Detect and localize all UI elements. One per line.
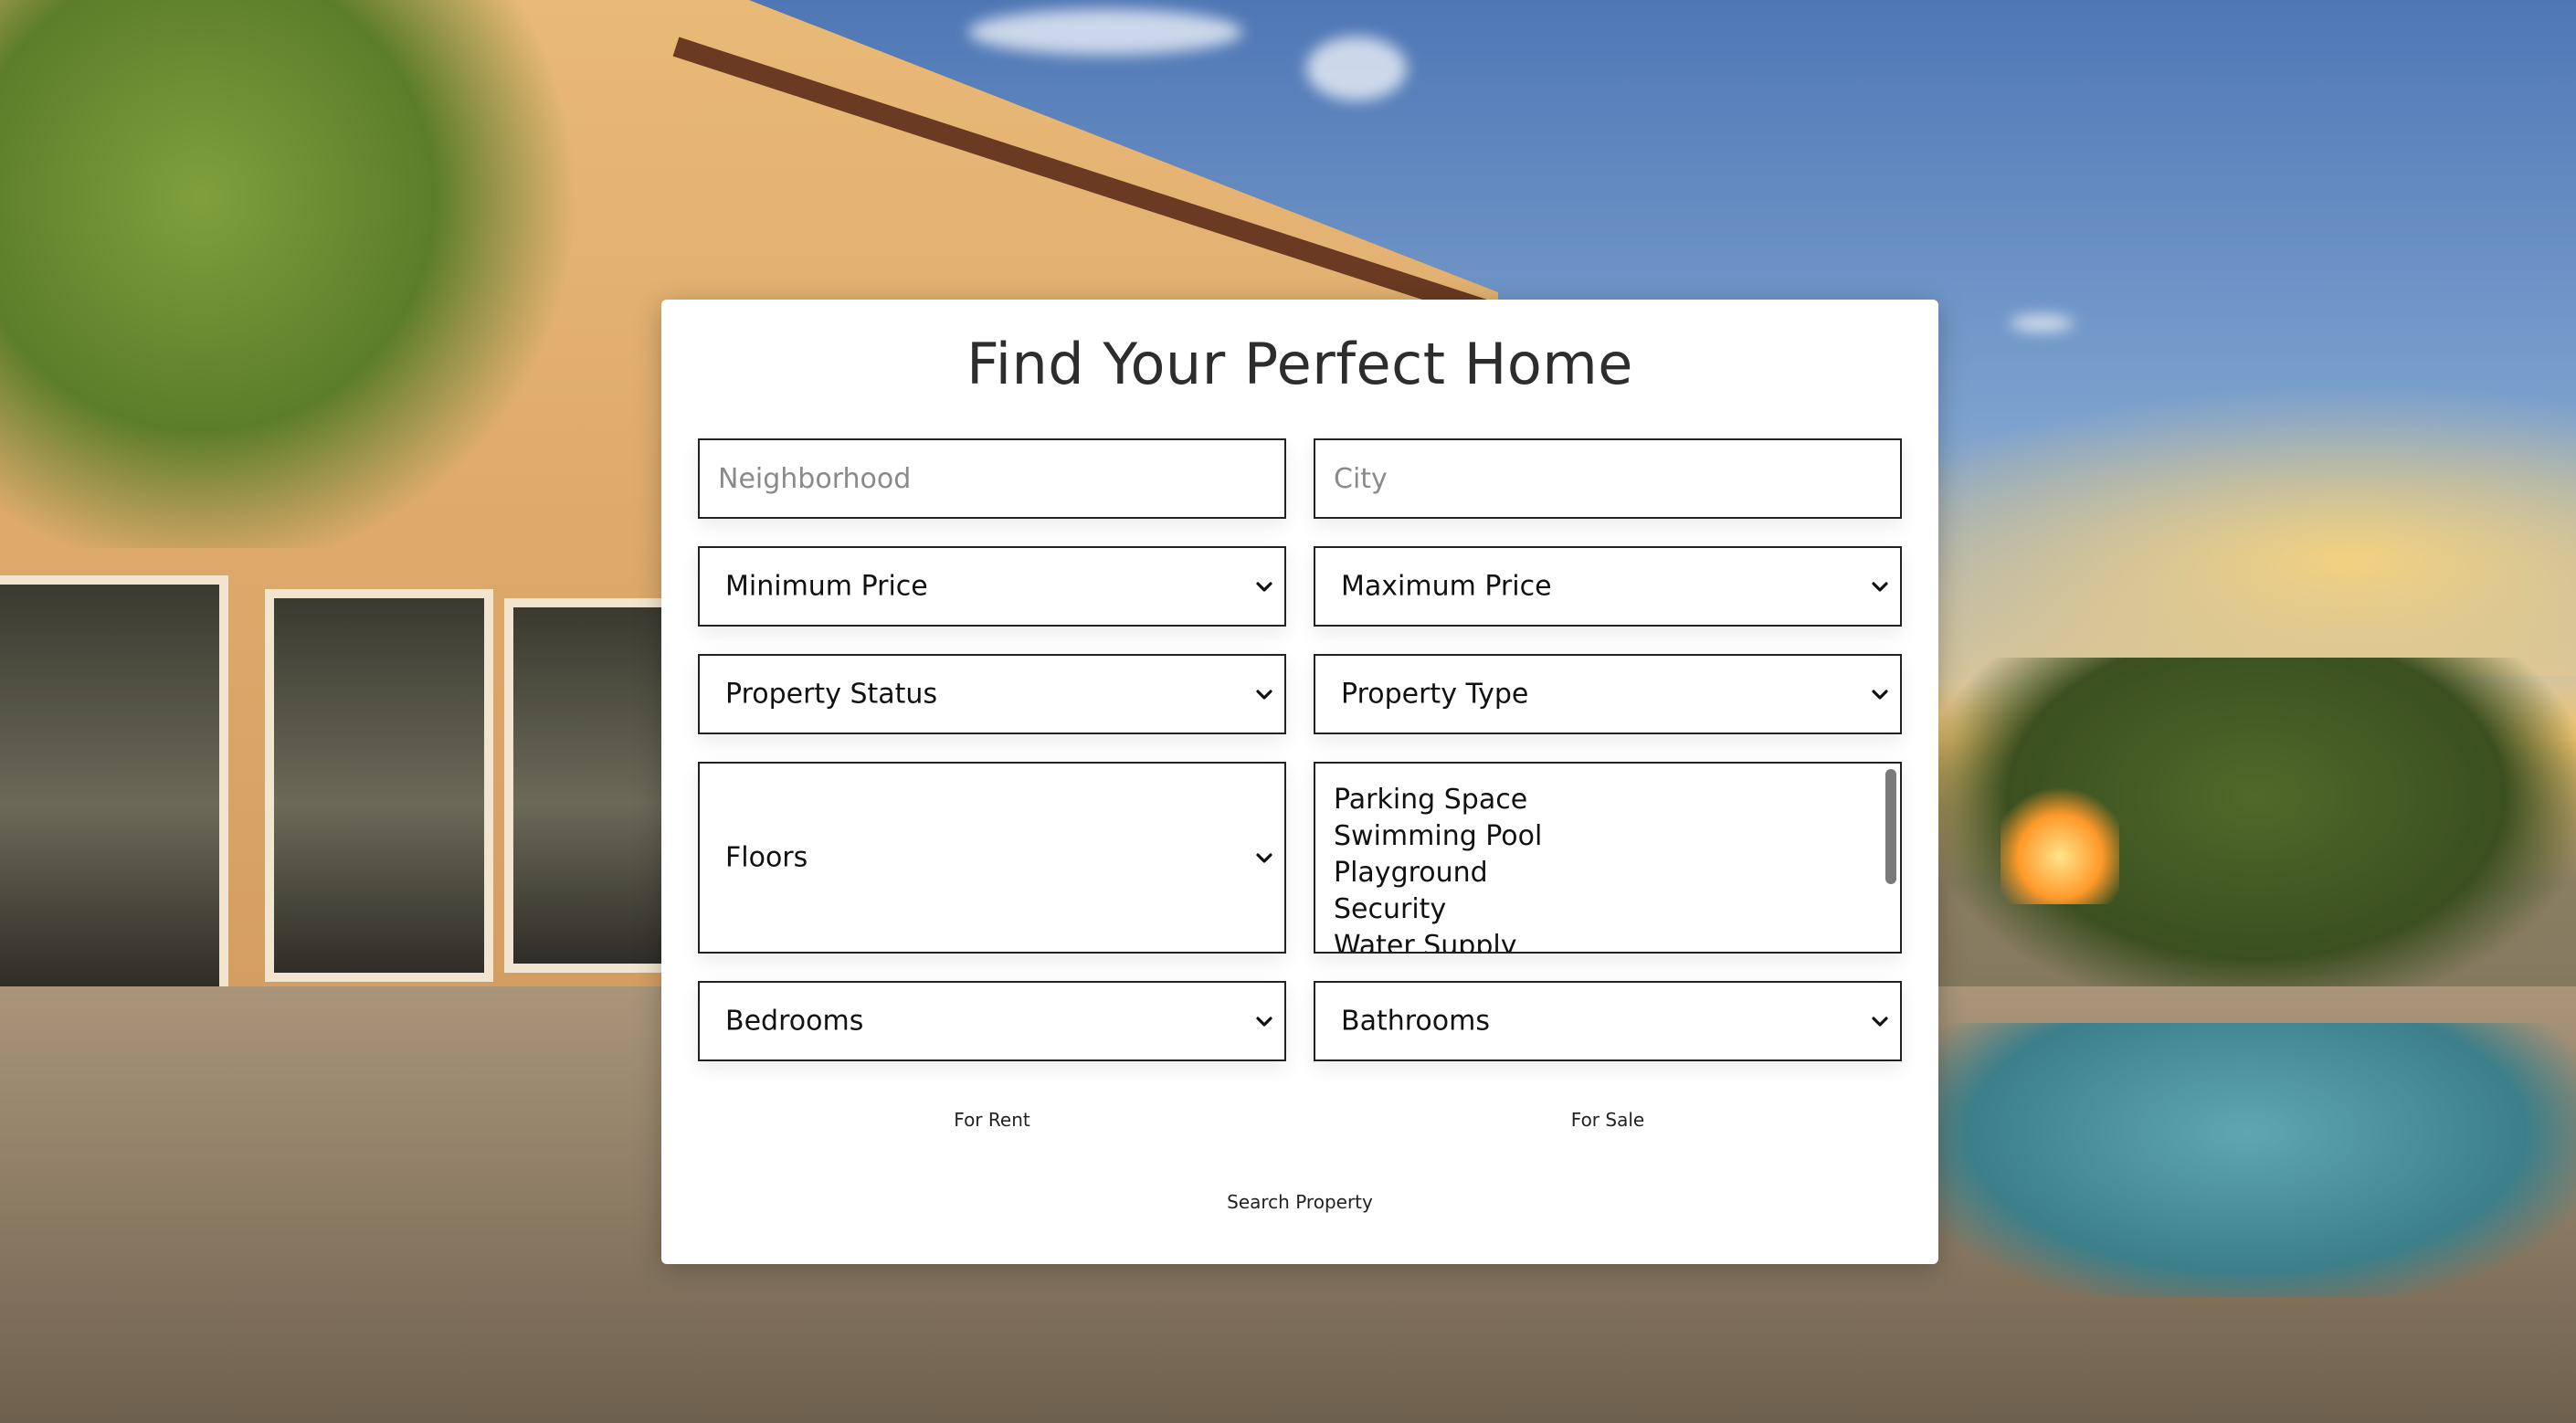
- feature-option-swimming-pool[interactable]: Swimming Pool: [1315, 818, 1878, 855]
- city-field[interactable]: [1314, 438, 1902, 519]
- background-window: [0, 575, 228, 996]
- features-listbox[interactable]: Parking Space Swimming Pool Playground S…: [1314, 762, 1902, 954]
- features-options: Parking Space Swimming Pool Playground S…: [1315, 782, 1878, 952]
- city-input[interactable]: [1315, 440, 1900, 517]
- property-status-value: Property Status: [725, 678, 938, 711]
- page-title: Find Your Perfect Home: [966, 331, 1633, 397]
- chevron-down-icon: [1869, 575, 1891, 597]
- property-type-value: Property Type: [1341, 678, 1529, 711]
- floors-select[interactable]: Floors: [698, 762, 1286, 954]
- neighborhood-field[interactable]: [698, 438, 1286, 519]
- feature-option-playground[interactable]: Playground: [1315, 855, 1878, 891]
- feature-option-parking-space[interactable]: Parking Space: [1315, 782, 1878, 818]
- background-cloud: [1306, 37, 1407, 100]
- search-property-button[interactable]: Search Property: [661, 1191, 1938, 1213]
- background-window: [504, 598, 678, 973]
- background-cloud: [968, 9, 1242, 55]
- chevron-down-icon: [1253, 1010, 1275, 1032]
- background-fire-pit: [2001, 785, 2119, 904]
- max-price-value: Maximum Price: [1341, 570, 1552, 603]
- background-tree: [0, 0, 585, 548]
- floors-value: Floors: [725, 841, 808, 874]
- feature-option-security[interactable]: Security: [1315, 891, 1878, 928]
- background-pool: [1918, 1023, 2576, 1297]
- for-rent-option[interactable]: For Rent: [698, 1109, 1286, 1131]
- feature-option-water-supply[interactable]: Water Supply: [1315, 928, 1878, 952]
- bathrooms-select[interactable]: Bathrooms: [1314, 981, 1902, 1061]
- chevron-down-icon: [1253, 575, 1275, 597]
- search-form-card: Find Your Perfect Home Minimum Price Max…: [661, 300, 1938, 1264]
- bedrooms-value: Bedrooms: [725, 1005, 864, 1038]
- background-window: [265, 589, 493, 982]
- property-type-select[interactable]: Property Type: [1314, 654, 1902, 734]
- chevron-down-icon: [1869, 1010, 1891, 1032]
- for-sale-option[interactable]: For Sale: [1314, 1109, 1902, 1131]
- features-scrollbar[interactable]: [1885, 769, 1896, 884]
- min-price-select[interactable]: Minimum Price: [698, 546, 1286, 627]
- bedrooms-select[interactable]: Bedrooms: [698, 981, 1286, 1061]
- background-cloud: [2010, 315, 2074, 332]
- chevron-down-icon: [1253, 683, 1275, 705]
- bathrooms-value: Bathrooms: [1341, 1005, 1490, 1038]
- property-status-select[interactable]: Property Status: [698, 654, 1286, 734]
- max-price-select[interactable]: Maximum Price: [1314, 546, 1902, 627]
- min-price-value: Minimum Price: [725, 570, 928, 603]
- chevron-down-icon: [1869, 683, 1891, 705]
- chevron-down-icon: [1253, 847, 1275, 869]
- background-sunset-glow: [1827, 384, 2576, 676]
- neighborhood-input[interactable]: [700, 440, 1284, 517]
